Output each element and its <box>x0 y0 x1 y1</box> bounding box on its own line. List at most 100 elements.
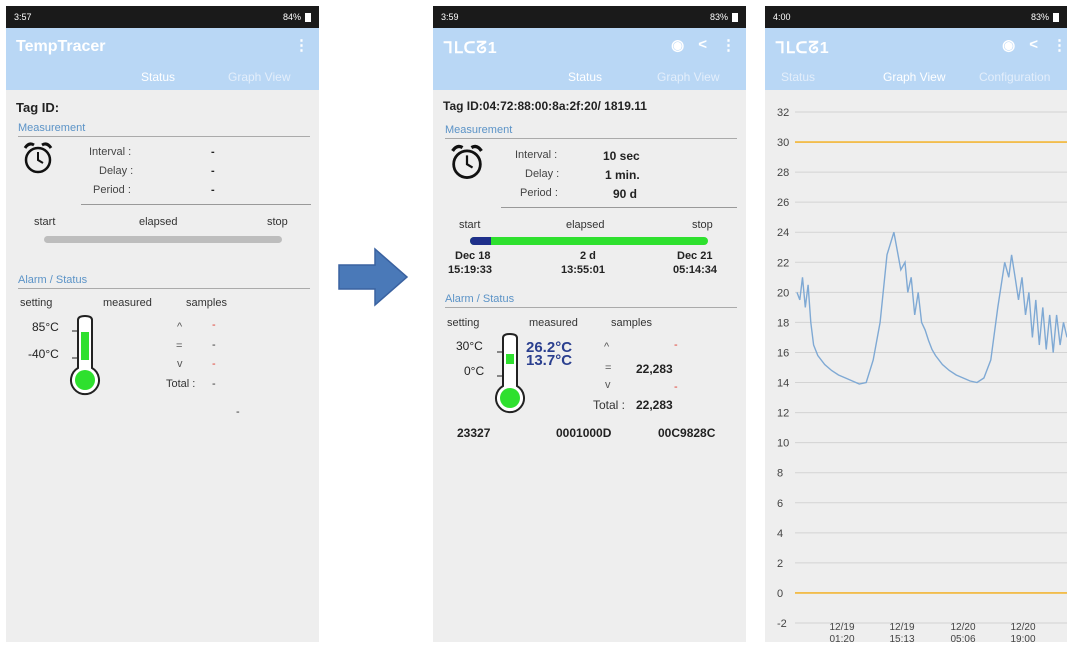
low-setting: 0°C <box>464 364 485 378</box>
share-icon[interactable]: < <box>698 36 707 54</box>
overflow-menu-icon[interactable]: ⋮ <box>721 36 736 54</box>
thermometer-icon <box>70 314 100 396</box>
measured-header: measured <box>529 317 578 329</box>
x-tick-label: 12/20 <box>1010 622 1035 633</box>
progress-bar <box>44 236 282 243</box>
measurement-section-title: Measurement <box>445 124 737 139</box>
code-3: 00C9828C <box>658 426 716 440</box>
stop-label: stop <box>692 219 713 231</box>
delay-label: Delay : <box>99 165 134 177</box>
y-tick-label: 12 <box>777 408 789 420</box>
alarm-clock-icon <box>23 142 53 174</box>
interval-label: Interval : <box>89 146 132 158</box>
status-time: 3:57 <box>14 12 32 22</box>
battery-icon <box>732 12 738 22</box>
phone-screen-3: 4:00 83% ᒣᒪᑕᘔ1 ◉ < ⋮ Status Graph View C… <box>765 6 1067 642</box>
setting-header: setting <box>447 317 480 329</box>
x-tick-label: 19:00 <box>1010 634 1035 642</box>
code-2: 0001000D <box>556 426 612 440</box>
code-1: 23327 <box>457 426 491 440</box>
delay-value: 1 min. <box>605 168 640 182</box>
status-bar: 3:57 84% <box>6 6 319 28</box>
y-tick-label: 20 <box>777 287 789 299</box>
settings-icon[interactable]: ◉ <box>1002 36 1015 54</box>
samples-header: samples <box>611 317 652 329</box>
high-setting: 85°C <box>32 320 59 334</box>
total-label: Total : <box>593 398 626 412</box>
equal-count: 22,283 <box>636 362 673 376</box>
tab-graph-view[interactable]: Graph View <box>657 70 719 84</box>
app-bar: ᒣᒪᑕᘔ1 ◉ < ⋮ Status Graph View Configurat… <box>765 28 1067 90</box>
overflow-menu-icon[interactable]: ⋮ <box>1052 36 1067 54</box>
tag-id: Tag ID:04:72:88:00:8a:2f:20/ 1819.11 <box>443 99 647 113</box>
period-label: Period : <box>520 187 558 199</box>
y-tick-label: 14 <box>777 378 789 390</box>
divider <box>501 207 737 208</box>
y-tick-label: 18 <box>777 317 789 329</box>
tab-status[interactable]: Status <box>141 70 175 84</box>
y-tick-label: 2 <box>777 558 783 570</box>
battery-icon <box>305 12 311 22</box>
tab-status[interactable]: Status <box>781 70 815 84</box>
alarm-section-title: Alarm / Status <box>445 293 737 308</box>
temperature-chart: -2 0 2 4 6 8 10 12 14 16 18 20 22 24 26 28 30 32 12/19 01:2… <box>765 90 1067 642</box>
status-time: 3:59 <box>441 12 459 22</box>
high-setting: 30°C <box>456 339 483 353</box>
period-value: - <box>211 184 215 196</box>
y-tick-label: 0 <box>777 588 783 600</box>
x-tick-label: 15:13 <box>889 634 914 642</box>
y-tick-label: 10 <box>777 438 789 450</box>
y-tick-label: 24 <box>777 227 789 239</box>
tab-graph-view[interactable]: Graph View <box>883 70 945 84</box>
delay-value: - <box>211 165 215 177</box>
app-bar: ᒣᒪᑕᘔ1 ◉ < ⋮ Status Graph View <box>433 28 746 90</box>
progress-bar <box>470 237 708 245</box>
setting-header: setting <box>20 297 53 309</box>
x-tick-label: 12/19 <box>889 622 914 633</box>
start-label: start <box>34 216 56 228</box>
above-count: - <box>674 339 678 351</box>
tab-status[interactable]: Status <box>568 70 602 84</box>
stop-time: 05:14:34 <box>673 264 718 276</box>
equal-symbol: = <box>605 362 612 374</box>
interval-value: 10 sec <box>603 149 640 163</box>
y-tick-label: 28 <box>777 167 789 179</box>
measured-header: measured <box>103 297 152 309</box>
alarm-clock-icon <box>451 144 483 179</box>
total-label: Total : <box>166 378 196 390</box>
arrow-right-icon <box>338 247 409 307</box>
period-value: 90 d <box>613 187 638 201</box>
overflow-menu-icon[interactable]: ⋮ <box>294 36 309 54</box>
alarm-section-title: Alarm / Status <box>18 274 310 289</box>
y-tick-label: 16 <box>777 347 789 359</box>
battery-text: 83% <box>1030 12 1049 22</box>
y-tick-label: 32 <box>777 107 789 119</box>
status-time: 4:00 <box>773 12 791 22</box>
measured-low: 13.7°C <box>526 352 573 369</box>
app-logo: ᒣᒪᑕᘔ1 <box>443 40 498 57</box>
y-tick-label: 4 <box>777 528 783 540</box>
battery-text: 83% <box>709 12 728 22</box>
tag-id-label: Tag ID: <box>16 100 60 115</box>
delay-label: Delay : <box>525 168 560 180</box>
tab-configuration[interactable]: Configuration <box>979 70 1050 84</box>
battery-text: 84% <box>282 12 301 22</box>
y-tick-label: -2 <box>777 618 787 630</box>
status-bar: 3:59 83% <box>433 6 746 28</box>
tab-graph-view[interactable]: Graph View <box>228 70 290 84</box>
footer-dash: - <box>236 406 240 418</box>
x-tick-label: 05:06 <box>950 634 975 642</box>
elapsed-label: elapsed <box>566 219 605 231</box>
thermometer-icon <box>495 332 525 414</box>
measurement-section-title: Measurement <box>18 122 310 137</box>
y-tick-label: 30 <box>777 137 789 149</box>
equal-symbol: = <box>176 340 183 352</box>
samples-header: samples <box>186 297 227 309</box>
x-tick-label: 12/20 <box>950 622 975 633</box>
equal-count: - <box>212 339 216 351</box>
chart-svg: -20246810121416182022242628303212/1901:2… <box>777 107 1067 642</box>
settings-icon[interactable]: ◉ <box>671 36 684 54</box>
temperature-series-line <box>796 231 1067 385</box>
share-icon[interactable]: < <box>1029 36 1038 54</box>
elapsed-days: 2 d <box>580 250 596 262</box>
